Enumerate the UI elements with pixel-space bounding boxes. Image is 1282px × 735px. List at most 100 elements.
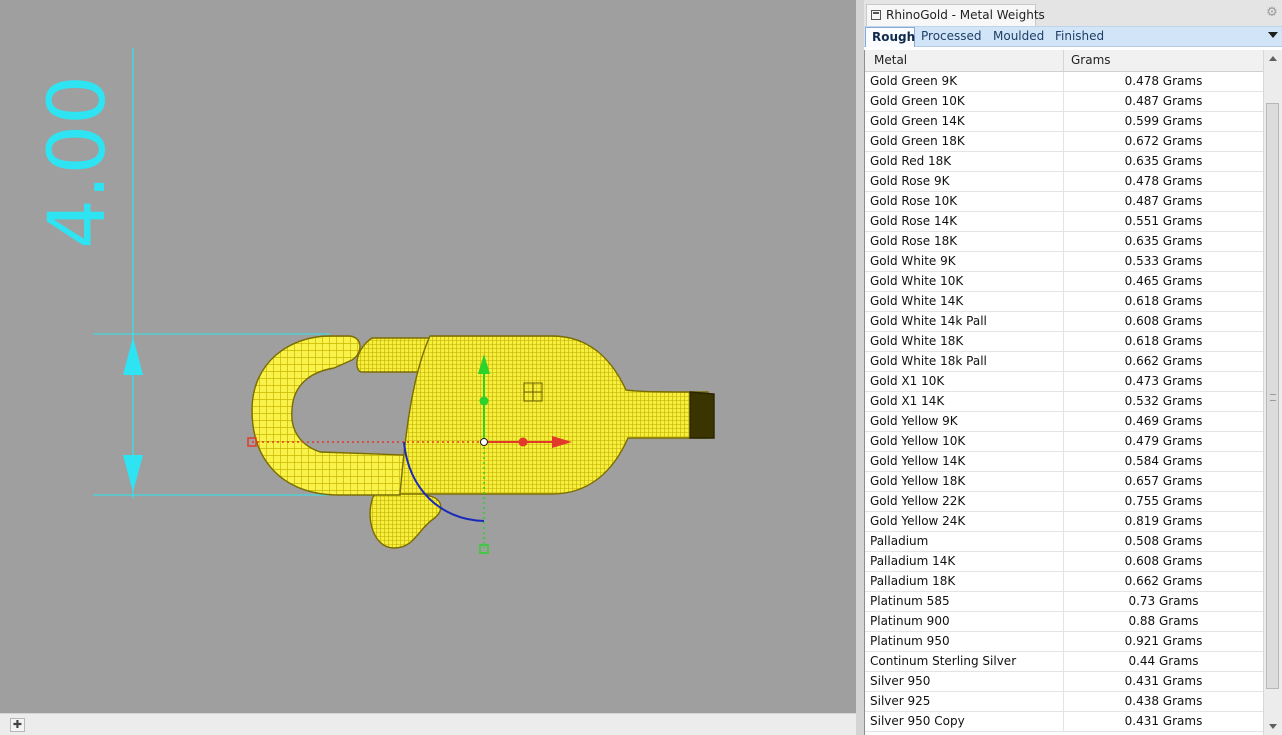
grams-cell: 0.635 Grams (1124, 154, 1203, 168)
table-row[interactable]: Silver 925 0.438 Grams (865, 692, 1263, 712)
table-row[interactable]: Palladium 18K 0.662 Grams (865, 572, 1263, 592)
add-viewport-button[interactable]: ✚ (10, 718, 25, 732)
table-row[interactable]: Gold X1 14K 0.532 Grams (865, 392, 1263, 412)
table-row[interactable]: Platinum 950 0.921 Grams (865, 632, 1263, 652)
table-row[interactable]: Gold Red 18K 0.635 Grams (865, 152, 1263, 172)
metal-name-cell: Gold Yellow 14K (865, 452, 1064, 471)
grams-cell: 0.584 Grams (1124, 454, 1203, 468)
metal-name-cell: Gold Green 14K (865, 112, 1064, 131)
panel-titlebar: RhinoGold - Metal Weights ⚙ (864, 0, 1282, 26)
3d-viewport[interactable]: 4.00 (0, 0, 856, 713)
grams-cell: 0.465 Grams (1124, 274, 1203, 288)
column-header-grams[interactable]: Grams (1064, 50, 1263, 71)
tab-rough[interactable]: Rough (865, 27, 915, 47)
y-axis-rotate-handle (479, 396, 489, 406)
column-header-metal[interactable]: Metal (865, 50, 1064, 71)
table-row[interactable]: Platinum 900 0.88 Grams (865, 612, 1263, 632)
panel-title-tab[interactable]: RhinoGold - Metal Weights (866, 4, 1045, 26)
metal-name-cell: Silver 950 Copy (865, 712, 1064, 731)
metal-name-cell: Gold White 14K (865, 292, 1064, 311)
scroll-thumb[interactable] (1266, 103, 1279, 689)
panel-splitter[interactable] (856, 0, 864, 735)
metal-name-cell: Silver 950 (865, 672, 1064, 691)
scroll-down-arrow-icon[interactable] (1269, 724, 1277, 729)
table-row[interactable]: Gold Green 10K 0.487 Grams (865, 92, 1263, 112)
table-row[interactable]: Gold Yellow 22K 0.755 Grams (865, 492, 1263, 512)
metal-name-cell: Palladium (865, 532, 1064, 551)
table-row[interactable]: Gold White 9K 0.533 Grams (865, 252, 1263, 272)
window-icon (871, 10, 881, 20)
table-row[interactable]: Gold Green 14K 0.599 Grams (865, 112, 1263, 132)
grams-cell: 0.819 Grams (1124, 514, 1203, 528)
table-row[interactable]: Palladium 0.508 Grams (865, 532, 1263, 552)
grams-cell: 0.608 Grams (1124, 554, 1203, 568)
y-axis-scale-handle (479, 544, 489, 554)
metal-name-cell: Palladium 14K (865, 552, 1064, 571)
grams-cell: 0.88 Grams (1128, 614, 1199, 628)
grams-cell: 0.73 Grams (1128, 594, 1199, 608)
metal-name-cell: Continum Sterling Silver (865, 652, 1064, 671)
grams-cell: 0.473 Grams (1124, 374, 1203, 388)
grams-cell: 0.438 Grams (1124, 694, 1203, 708)
metal-name-cell: Gold X1 10K (865, 372, 1064, 391)
table-row[interactable]: Gold White 18k Pall 0.662 Grams (865, 352, 1263, 372)
table-row[interactable]: Gold Rose 14K 0.551 Grams (865, 212, 1263, 232)
table-row[interactable]: Gold White 18K 0.618 Grams (865, 332, 1263, 352)
table-row[interactable]: Platinum 585 0.73 Grams (865, 592, 1263, 612)
viewport-tab-strip: ✚ (0, 713, 856, 735)
metal-name-cell: Gold Green 10K (865, 92, 1064, 111)
table-row[interactable]: Silver 950 0.431 Grams (865, 672, 1263, 692)
grams-cell: 0.608 Grams (1124, 314, 1203, 328)
table-row[interactable]: Gold Green 18K 0.672 Grams (865, 132, 1263, 152)
gear-icon[interactable]: ⚙ (1265, 6, 1279, 20)
table-row[interactable]: Gold White 14K 0.618 Grams (865, 292, 1263, 312)
chevron-down-icon[interactable] (1268, 32, 1278, 38)
metal-name-cell: Gold Rose 9K (865, 172, 1064, 191)
table-row[interactable]: Gold X1 10K 0.473 Grams (865, 372, 1263, 392)
table-row[interactable]: Silver 950 Copy 0.431 Grams (865, 712, 1263, 732)
metal-name-cell: Gold White 10K (865, 272, 1064, 291)
grams-cell: 0.478 Grams (1124, 174, 1203, 188)
metal-name-cell: Gold Rose 10K (865, 192, 1064, 211)
scroll-up-arrow-icon[interactable] (1269, 56, 1277, 61)
table-row[interactable]: Continum Sterling Silver 0.44 Grams (865, 652, 1263, 672)
grams-cell: 0.672 Grams (1124, 134, 1203, 148)
metal-name-cell: Gold Yellow 24K (865, 512, 1064, 531)
metal-name-cell: Platinum 900 (865, 612, 1064, 631)
table-row[interactable]: Gold Yellow 10K 0.479 Grams (865, 432, 1263, 452)
table-row[interactable]: Gold White 14k Pall 0.608 Grams (865, 312, 1263, 332)
table-row[interactable]: Gold Yellow 18K 0.657 Grams (865, 472, 1263, 492)
table-row[interactable]: Gold Yellow 9K 0.469 Grams (865, 412, 1263, 432)
table-row[interactable]: Gold White 10K 0.465 Grams (865, 272, 1263, 292)
table-row[interactable]: Palladium 14K 0.608 Grams (865, 552, 1263, 572)
metal-name-cell: Gold White 18K (865, 332, 1064, 351)
metal-name-cell: Gold Red 18K (865, 152, 1064, 171)
table-row[interactable]: Gold Rose 18K 0.635 Grams (865, 232, 1263, 252)
metal-name-cell: Gold Rose 18K (865, 232, 1064, 251)
table-row[interactable]: Gold Green 9K 0.478 Grams (865, 72, 1263, 92)
table-scrollbar[interactable] (1263, 50, 1282, 735)
grams-cell: 0.478 Grams (1124, 74, 1203, 88)
metal-name-cell: Gold Yellow 22K (865, 492, 1064, 511)
grams-cell: 0.469 Grams (1124, 414, 1203, 428)
gumball-center (480, 438, 488, 446)
grams-cell: 0.487 Grams (1124, 94, 1203, 108)
metal-name-cell: Gold Rose 14K (865, 212, 1064, 231)
table-row[interactable]: Gold Rose 10K 0.487 Grams (865, 192, 1263, 212)
table-row[interactable]: Gold Yellow 24K 0.819 Grams (865, 512, 1263, 532)
grams-cell: 0.599 Grams (1124, 114, 1203, 128)
tab-processed[interactable]: Processed (915, 27, 988, 47)
metal-name-cell: Platinum 585 (865, 592, 1064, 611)
table-row[interactable]: Gold Yellow 14K 0.584 Grams (865, 452, 1263, 472)
grams-cell: 0.44 Grams (1128, 654, 1199, 668)
plus-icon: ✚ (12, 718, 23, 731)
table-row[interactable]: Gold Rose 9K 0.478 Grams (865, 172, 1263, 192)
x-axis-rotate-handle (518, 437, 528, 447)
metal-name-cell: Gold Yellow 10K (865, 432, 1064, 451)
tab-finished[interactable]: Finished (1049, 27, 1115, 47)
grams-cell: 0.662 Grams (1124, 574, 1203, 588)
metal-name-cell: Gold White 14k Pall (865, 312, 1064, 331)
viewport-canvas[interactable]: 4.00 (0, 0, 856, 713)
weight-type-tabbar: Rough Processed Moulded Finished (864, 26, 1282, 47)
tab-moulded[interactable]: Moulded (987, 27, 1049, 47)
